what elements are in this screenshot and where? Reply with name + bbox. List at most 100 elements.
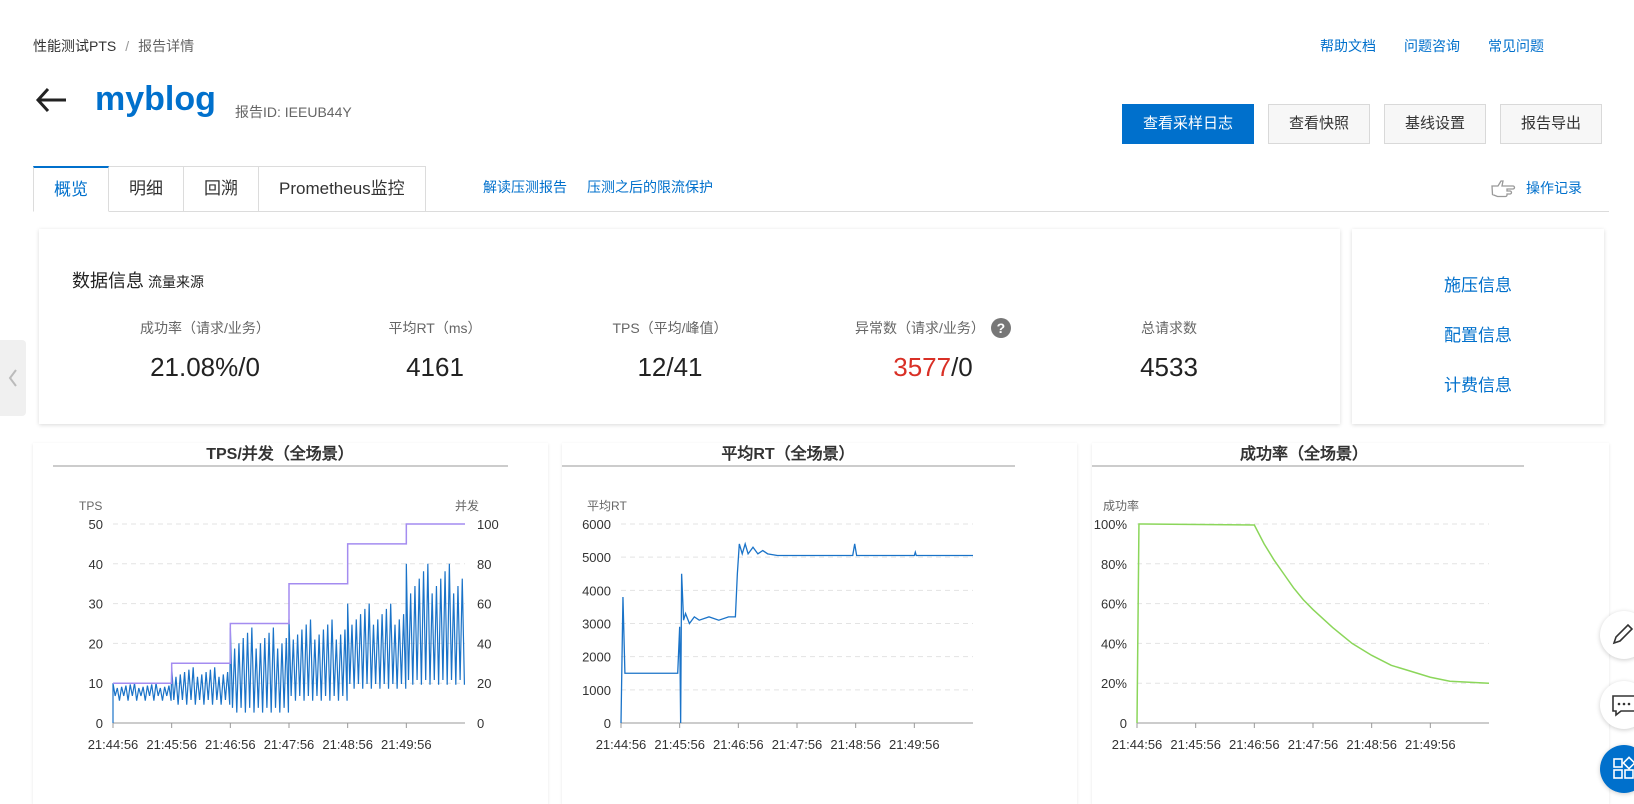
metric-label: 成功率（请求/业务）	[140, 320, 270, 336]
x-tick-label: 21:44:56	[1112, 737, 1163, 752]
metric-total-requests: 总请求数 4533	[1049, 318, 1289, 383]
metric-value: 4533	[1140, 352, 1198, 382]
report-id: 报告ID: IEEUB44Y	[235, 104, 352, 120]
load-info-link[interactable]: 施压信息	[1352, 271, 1604, 296]
metric-value: 4161	[406, 352, 464, 382]
export-report-button[interactable]: 报告导出	[1500, 104, 1603, 144]
baseline-settings-button[interactable]: 基线设置	[1384, 104, 1487, 144]
apps-fab[interactable]	[1600, 745, 1634, 793]
back-arrow-icon[interactable]	[34, 84, 70, 116]
data-info-title: 数据信息 流量来源	[72, 267, 204, 293]
y-tick-label: 5000	[582, 550, 611, 565]
y-tick-label: 2000	[582, 650, 611, 665]
x-tick-label: 21:46:56	[713, 737, 764, 752]
edit-fab[interactable]	[1600, 611, 1634, 659]
chevron-left-icon	[8, 369, 17, 387]
x-tick-label: 21:48:56	[322, 737, 373, 752]
metric-label: TPS（平均/峰值）	[612, 320, 728, 336]
operation-log-label: 操作记录	[1526, 180, 1582, 196]
y-tick-label: 80%	[1101, 557, 1127, 572]
chart-title: TPS/并发（全场景）	[206, 444, 354, 463]
sidebar-toggle[interactable]	[0, 340, 26, 416]
metric-tps: TPS（平均/峰值） 12/41	[550, 318, 790, 383]
question-consult-link[interactable]: 问题咨询	[1404, 36, 1460, 56]
x-tick-label: 21:45:56	[1170, 737, 1221, 752]
y2-axis-label: 并发	[455, 498, 479, 513]
y2-tick-label: 100	[477, 517, 499, 532]
y-tick-label: 40	[89, 557, 103, 572]
x-tick-label: 21:45:56	[146, 737, 197, 752]
metric-success-rate: 成功率（请求/业务） 21.08%/0	[85, 318, 325, 383]
metric-value: 3577/0	[813, 352, 1053, 383]
operation-log[interactable]: 操作记录	[1490, 178, 1582, 198]
x-tick-label: 21:49:56	[1405, 737, 1456, 752]
breadcrumb-root[interactable]: 性能测试PTS	[33, 38, 116, 54]
interpret-report-link[interactable]: 解读压测报告	[483, 177, 567, 197]
x-tick-label: 21:48:56	[830, 737, 881, 752]
y2-tick-label: 0	[477, 716, 484, 731]
y-tick-label: 40%	[1101, 636, 1127, 651]
x-tick-label: 21:44:56	[596, 737, 647, 752]
y-tick-label: 20%	[1101, 676, 1127, 691]
billing-info-link[interactable]: 计费信息	[1352, 371, 1604, 396]
success-rate-chart: 成功率（全场景） 0 20% 40% 60% 80% 100% 21:44:56 21:45:5…	[1092, 443, 1609, 804]
tab-backtrace[interactable]: 回溯	[184, 166, 259, 212]
help-docs-link[interactable]: 帮助文档	[1320, 36, 1376, 56]
metric-label: 总请求数	[1141, 320, 1197, 336]
y-tick-label: 0	[604, 716, 611, 731]
view-sample-log-button[interactable]: 查看采样日志	[1122, 104, 1255, 144]
grid-icon	[1613, 756, 1634, 779]
tab-links: 解读压测报告 压测之后的限流保护	[483, 177, 713, 197]
info-links-card: 施压信息 配置信息 计费信息	[1352, 229, 1604, 424]
tps-concurrency-chart: TPS/并发（全场景） 0 10 20 30 40 50 21:44:56 21:45:56 21…	[33, 443, 548, 804]
avg-rt-series-line	[620, 541, 973, 724]
y-tick-label: 1000	[582, 683, 611, 698]
success-rate-series-line	[1136, 523, 1490, 724]
pointing-hand-icon	[1491, 180, 1516, 198]
y2-tick-label: 80	[477, 557, 491, 572]
x-tick-label: 21:49:56	[381, 737, 432, 752]
breadcrumb: 性能测试PTS / 报告详情	[33, 36, 194, 56]
breadcrumb-separator: /	[125, 38, 130, 54]
chat-fab[interactable]	[1600, 681, 1634, 729]
x-tick-label: 21:47:56	[264, 737, 315, 752]
breadcrumb-current: 报告详情	[138, 38, 195, 54]
x-tick-label: 21:46:56	[205, 737, 256, 752]
y-axis-label: 成功率	[1103, 498, 1139, 513]
y-tick-label: 50	[89, 517, 103, 532]
avg-rt-chart-svg: 平均RT（全场景） 0 1000 2000 3000 4000 5000 6000 21:44:…	[562, 444, 1015, 752]
x-tick-label: 21:49:56	[889, 737, 940, 752]
y2-tick-label: 40	[477, 636, 491, 651]
y-tick-label: 3000	[582, 617, 611, 632]
help-icon[interactable]: ?	[990, 318, 1011, 338]
view-snapshot-button[interactable]: 查看快照	[1268, 104, 1371, 144]
data-info-title-text: 数据信息	[72, 271, 144, 291]
avg-rt-chart: 平均RT（全场景） 0 1000 2000 3000 4000 5000 6000 21:44:…	[562, 443, 1077, 804]
chart-title: 成功率（全场景）	[1240, 444, 1368, 463]
tps-concurrency-chart-svg: TPS/并发（全场景） 0 10 20 30 40 50 21:44:56 21:45:56 21…	[53, 444, 508, 752]
metric-avg-rt: 平均RT（ms） 4161	[315, 318, 555, 383]
rate-limit-link[interactable]: 压测之后的限流保护	[587, 177, 713, 197]
top-links: 帮助文档 问题咨询 常见问题	[1320, 36, 1544, 56]
x-tick-label: 21:47:56	[1288, 737, 1339, 752]
tab-detail[interactable]: 明细	[109, 166, 184, 212]
metric-errors: 异常数（请求/业务）? 3577/0	[813, 318, 1053, 383]
y-axis-label: 平均RT	[587, 499, 627, 513]
tab-prometheus[interactable]: Prometheus监控	[259, 166, 426, 212]
config-info-link[interactable]: 配置信息	[1352, 321, 1604, 346]
x-tick-label: 21:48:56	[1346, 737, 1397, 752]
tab-overview[interactable]: 概览	[33, 166, 109, 212]
y-tick-label: 20	[89, 636, 103, 651]
metric-label: 平均RT（ms）	[388, 320, 482, 336]
y-tick-label: 6000	[582, 517, 611, 532]
metric-value: 21.08%/0	[150, 352, 260, 382]
faq-link[interactable]: 常见问题	[1488, 36, 1544, 56]
error-count: 3577	[893, 352, 952, 382]
chat-icon	[1612, 695, 1634, 717]
traffic-source-label[interactable]: 流量来源	[148, 274, 204, 290]
y-tick-label: 4000	[582, 583, 611, 598]
y-tick-label: 30	[89, 597, 103, 612]
action-buttons: 查看采样日志 查看快照 基线设置 报告导出	[1122, 104, 1603, 144]
data-info-card: 数据信息 流量来源 成功率（请求/业务） 21.08%/0 平均RT（ms） 41…	[39, 229, 1340, 424]
success-rate-chart-svg: 成功率（全场景） 0 20% 40% 60% 80% 100% 21:44:56 21:45:5…	[1092, 444, 1524, 752]
